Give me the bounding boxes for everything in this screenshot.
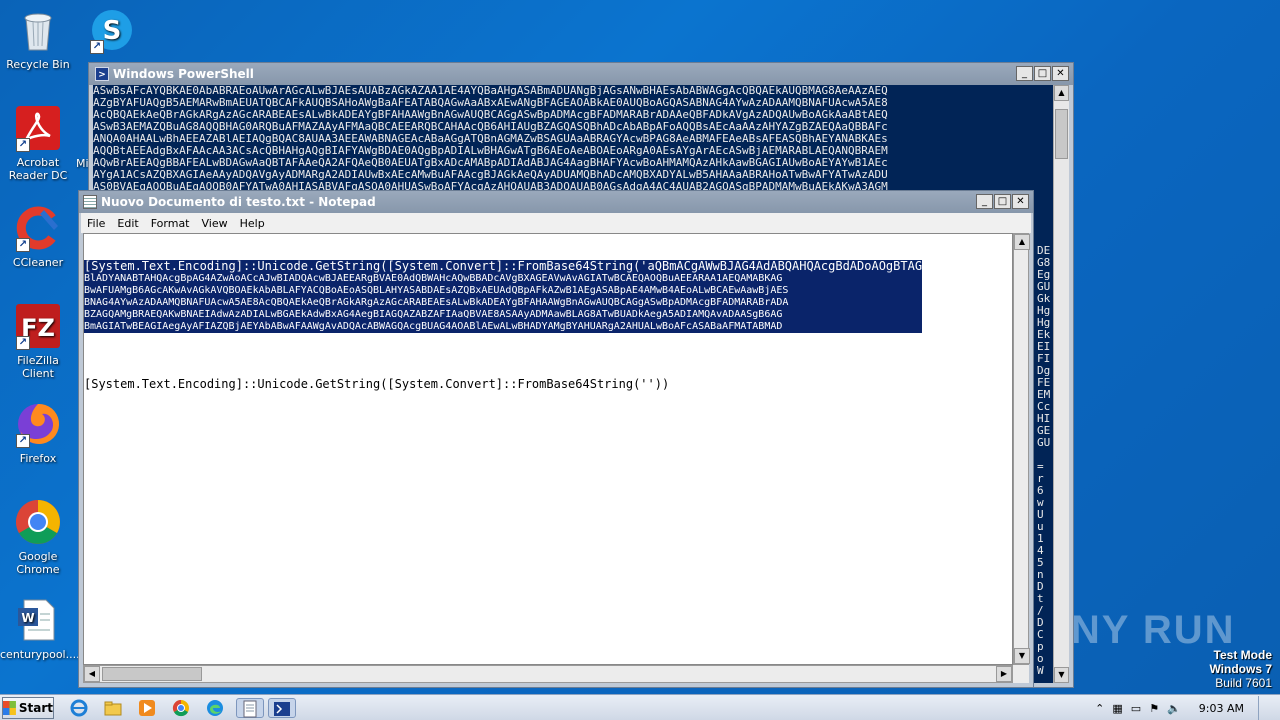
shortcut-arrow-icon: ↗ (16, 434, 30, 448)
desktop-icon-label: FileZilla Client (17, 354, 59, 380)
selected-line: BZAGQAMgBRAEQAKwBNAEIAdwAzADIALwBGAEkAdw… (84, 309, 923, 321)
maximize-button[interactable]: □ (1034, 66, 1051, 81)
powershell-icon: > (95, 67, 109, 81)
resize-grip-icon[interactable] (1013, 665, 1029, 683)
powershell-title: Windows PowerShell (113, 67, 254, 81)
desktop-icon-label: Recycle Bin (6, 58, 70, 71)
skype-icon: S ↗ (88, 6, 136, 54)
acrobat-icon: ↗ (14, 104, 62, 152)
system-tray: ⌃ ▦ ▭ ⚑ 🔈 9:03 AM (1095, 695, 1280, 720)
selected-line: BmAGIATwBEAGIAegAyAFIAZQBjAEYAbABwAFAAWg… (84, 321, 923, 333)
taskbar-explorer-icon[interactable] (102, 698, 124, 718)
taskbar-notepad-icon[interactable] (236, 698, 264, 718)
desktop-partial-label: Mi (76, 157, 89, 170)
menu-file[interactable]: File (81, 217, 111, 230)
start-button[interactable]: Start (2, 697, 54, 719)
maximize-button[interactable]: □ (994, 194, 1011, 209)
minimize-button[interactable]: _ (976, 194, 993, 209)
desktop-icon-label: centurypool.... (0, 648, 80, 661)
svg-text:S: S (103, 16, 122, 46)
notepad-icon (83, 195, 97, 209)
taskbar-powershell-icon[interactable] (268, 698, 296, 718)
desktop-icon-firefox[interactable]: ↗ Firefox (0, 400, 76, 465)
desktop-icon-label: Acrobat Reader DC (8, 156, 68, 182)
show-desktop-button[interactable] (1258, 696, 1268, 720)
desktop-icon-recycle-bin[interactable]: Recycle Bin (0, 6, 76, 71)
notepad-window-controls: _ □ ✕ (976, 194, 1029, 209)
taskbar-chrome-icon[interactable] (170, 698, 192, 718)
network-icon[interactable]: ▦ (1112, 702, 1122, 715)
chrome-icon (14, 498, 62, 546)
scroll-down-arrow-icon[interactable]: ▼ (1014, 648, 1030, 664)
display-icon[interactable]: ▭ (1131, 702, 1141, 715)
volume-icon[interactable]: 🔈 (1167, 702, 1181, 715)
notepad-text-area[interactable]: [System.Text.Encoding]::Unicode.GetStrin… (83, 233, 1013, 665)
notepad-vertical-scrollbar[interactable]: ▲ ▼ (1013, 233, 1030, 665)
scrollbar-thumb[interactable] (102, 667, 202, 681)
scrollbar-thumb[interactable] (1055, 109, 1068, 159)
desktop-icon-label: Firefox (19, 452, 57, 465)
menu-format[interactable]: Format (145, 217, 196, 230)
firefox-icon: ↗ (14, 400, 62, 448)
windows-version-line: Windows 7 (1209, 662, 1272, 676)
shortcut-arrow-icon: ↗ (16, 336, 30, 350)
close-button[interactable]: ✕ (1052, 66, 1069, 81)
text-line: [System.Text.Encoding]::Unicode.GetStrin… (84, 377, 670, 391)
close-button[interactable]: ✕ (1012, 194, 1029, 209)
notepad-horizontal-scrollbar[interactable]: ◀ ▶ (83, 665, 1013, 683)
ccleaner-icon: ↗ (14, 204, 62, 252)
shortcut-arrow-icon: ↗ (16, 238, 30, 252)
notepad-window[interactable]: Nuovo Documento di testo.txt - Notepad _… (78, 190, 1034, 688)
svg-text:W: W (21, 611, 34, 625)
taskbar-edge-icon[interactable] (204, 698, 226, 718)
selected-line: [System.Text.Encoding]::Unicode.GetStrin… (84, 259, 923, 273)
minimize-button[interactable]: _ (1016, 66, 1033, 81)
scroll-up-arrow-icon[interactable]: ▲ (1014, 234, 1030, 250)
desktop-icon-ccleaner[interactable]: ↗ CCleaner (0, 204, 76, 269)
selected-line: BlADYANABTAHQAcgBpAG4AZwAoACcAJwBIADQAcw… (84, 273, 923, 285)
selected-line: BNAG4AYwAzADAAMQBNAFUAcwA5AE8AcQBQAEkAeQ… (84, 297, 923, 309)
taskbar: Start ⌃ ▦ ▭ ⚑ 🔈 9:03 AM (0, 694, 1280, 720)
notepad-title: Nuovo Documento di testo.txt - Notepad (101, 195, 376, 209)
taskbar-ie-icon[interactable] (68, 698, 90, 718)
desktop-icon-label: Google Chrome (16, 550, 60, 576)
scroll-left-arrow-icon[interactable]: ◀ (84, 666, 100, 682)
desktop-icon-filezilla[interactable]: FZ ↗ FileZilla Client (0, 302, 76, 380)
desktop-icon-skype[interactable]: S ↗ (74, 6, 150, 58)
windows-logo-icon (3, 701, 16, 715)
taskbar-media-player-icon[interactable] (136, 698, 158, 718)
scroll-up-arrow-icon[interactable]: ▲ (1054, 85, 1069, 101)
desktop-icon-label: CCleaner (12, 256, 64, 269)
clock[interactable]: 9:03 AM (1199, 702, 1244, 715)
scroll-right-arrow-icon[interactable]: ▶ (996, 666, 1012, 682)
selected-text-block: [System.Text.Encoding]::Unicode.GetStrin… (84, 259, 923, 333)
word-document-icon: W (14, 596, 62, 644)
scroll-down-arrow-icon[interactable]: ▼ (1054, 667, 1069, 683)
powershell-titlebar[interactable]: > Windows PowerShell (89, 63, 1073, 85)
shortcut-arrow-icon: ↗ (90, 40, 104, 54)
menu-help[interactable]: Help (234, 217, 271, 230)
test-mode-line: Test Mode (1213, 648, 1272, 662)
menu-view[interactable]: View (196, 217, 234, 230)
notepad-titlebar[interactable]: Nuovo Documento di testo.txt - Notepad (79, 191, 1033, 213)
powershell-scrollbar[interactable]: ▲ ▼ (1053, 85, 1069, 683)
desktop-icon-word-doc[interactable]: W centurypool.... (0, 596, 80, 661)
build-line: Build 7601 (1215, 676, 1272, 690)
desktop-icon-acrobat[interactable]: ↗ Acrobat Reader DC (0, 104, 76, 182)
desktop-icon-chrome[interactable]: Google Chrome (0, 498, 76, 576)
menu-edit[interactable]: Edit (111, 217, 144, 230)
test-mode-notice: Test Mode Windows 7 Build 7601 (1209, 648, 1272, 690)
selected-line: BwAFUAMgB6AGcAKwAvAGkAVQBOAEkAbABLAFYACQ… (84, 285, 923, 297)
notepad-menubar: File Edit Format View Help (81, 213, 1031, 233)
start-label: Start (18, 701, 53, 715)
flag-icon[interactable]: ⚑ (1149, 702, 1159, 715)
tray-expand-icon[interactable]: ⌃ (1095, 702, 1104, 715)
powershell-window-controls: _ □ ✕ (1016, 66, 1069, 81)
shortcut-arrow-icon: ↗ (16, 138, 30, 152)
filezilla-icon: FZ ↗ (14, 302, 62, 350)
recycle-bin-icon (14, 6, 62, 54)
